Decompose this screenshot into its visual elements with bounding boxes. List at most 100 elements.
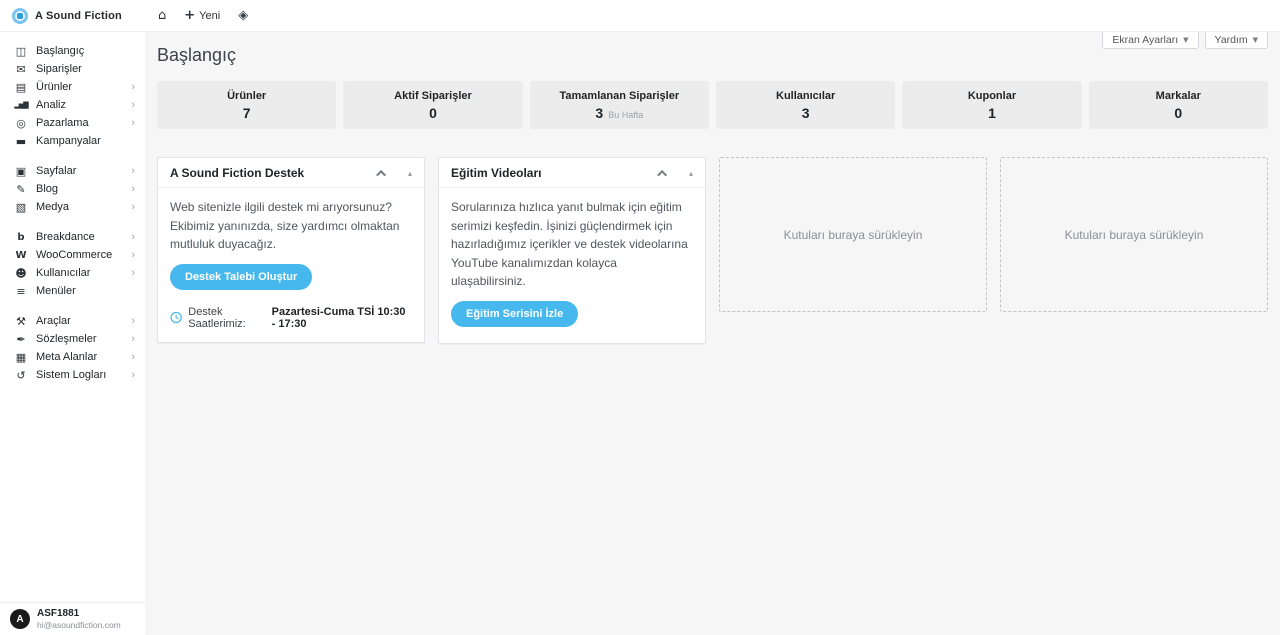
sidebar-group-3: b Breakdance › W WooCommerce › ☻ Kullanı… bbox=[0, 228, 145, 300]
dropzone-label: Kutuları buraya sürükleyin bbox=[1065, 228, 1204, 242]
new-content-button[interactable]: + Yeni bbox=[184, 9, 220, 22]
chevron-right-icon: › bbox=[131, 118, 135, 129]
products-icon: ▤ bbox=[14, 81, 28, 94]
breakdance-topbar-button[interactable]: ◈ bbox=[238, 8, 248, 23]
stat-value: 1 bbox=[988, 105, 996, 121]
sidebar-item-sipari-ler[interactable]: ✉ Siparişler bbox=[0, 60, 145, 78]
caret-down-icon: ▼ bbox=[1253, 36, 1258, 44]
admin-sidebar: ◫ Başlangıç ✉ Siparişler ▤ Ürünler › ▂▅▇… bbox=[0, 32, 145, 602]
sidebar-item-men-ler[interactable]: ≡ Menüler bbox=[0, 282, 145, 300]
move-up-icon[interactable]: ▴ bbox=[408, 169, 412, 178]
stat-note: Bu Hafta bbox=[608, 110, 643, 120]
stat-box[interactable]: Aktif Siparişler 0 bbox=[343, 81, 522, 129]
stat-value: 7 bbox=[243, 105, 251, 121]
orders-icon: ✉ bbox=[14, 63, 28, 76]
dashboard-widgets: A Sound Fiction Destek ▴ Web sitenizle i… bbox=[157, 157, 1268, 344]
sidebar-item-kampanyalar[interactable]: ▬ Kampanyalar bbox=[0, 132, 145, 150]
stat-value: 0 bbox=[1174, 105, 1182, 121]
chevron-right-icon: › bbox=[131, 202, 135, 213]
stat-label: Tamamlanan Siparişler bbox=[560, 90, 680, 102]
watch-training-series-button[interactable]: Eğitim Serisini İzle bbox=[451, 301, 578, 327]
sidebar-item-blog[interactable]: ✎ Blog › bbox=[0, 180, 145, 198]
widget-dropzone-2[interactable]: Kutuları buraya sürükleyin bbox=[1000, 157, 1268, 312]
sidebar-item-sistem-loglar-[interactable]: ↺ Sistem Logları › bbox=[0, 366, 145, 384]
avatar: A bbox=[10, 609, 30, 629]
plus-icon: + bbox=[184, 9, 195, 22]
training-videos-widget: Eğitim Videoları ▴ Sorularınıza hızlıca … bbox=[438, 157, 706, 344]
sidebar-item-meta-alanlar[interactable]: ▦ Meta Alanlar › bbox=[0, 348, 145, 366]
chevron-right-icon: › bbox=[131, 370, 135, 381]
breakdance-icon: b bbox=[14, 232, 28, 243]
sidebar-item-medya[interactable]: ▧ Medya › bbox=[0, 198, 145, 216]
chevron-right-icon: › bbox=[131, 268, 135, 279]
users-icon: ☻ bbox=[14, 267, 28, 280]
pages-icon: ▣ bbox=[14, 165, 28, 178]
stat-box[interactable]: Ürünler 7 bbox=[157, 81, 336, 129]
dashboard-icon: ◫ bbox=[14, 45, 28, 58]
stat-label: Markalar bbox=[1156, 90, 1201, 102]
home-button[interactable]: ⌂ bbox=[158, 8, 166, 23]
clock-icon bbox=[170, 310, 182, 325]
chevron-right-icon: › bbox=[131, 334, 135, 345]
blog-icon: ✎ bbox=[14, 183, 28, 196]
stats-row: Ürünler 7 Aktif Siparişler 0 Tamamlanan … bbox=[157, 81, 1268, 129]
stat-value: 0 bbox=[429, 105, 437, 121]
campaigns-icon: ▬ bbox=[14, 135, 28, 148]
training-videos-text: Sorularınıza hızlıca yanıt bulmak için e… bbox=[451, 198, 693, 291]
training-videos-title: Eğitim Videoları bbox=[451, 166, 660, 180]
stat-label: Ürünler bbox=[227, 90, 266, 102]
chevron-right-icon: › bbox=[131, 166, 135, 177]
meta-fields-icon: ▦ bbox=[14, 351, 28, 364]
sidebar-item-pazarlama[interactable]: ◎ Pazarlama › bbox=[0, 114, 145, 132]
sidebar-group-2: ▣ Sayfalar › ✎ Blog › ▧ Medya › bbox=[0, 162, 145, 216]
current-user-card[interactable]: A ASF1881 hi@asoundfiction.com bbox=[0, 602, 145, 635]
page-title: Başlangıç bbox=[157, 45, 1268, 66]
admin-top-bar: A Sound Fiction ⌂ + Yeni ◈ bbox=[0, 0, 1280, 32]
system-logs-icon: ↺ bbox=[14, 369, 28, 382]
sidebar-item-sayfalar[interactable]: ▣ Sayfalar › bbox=[0, 162, 145, 180]
diamond-icon: ◈ bbox=[238, 8, 248, 23]
sidebar-item-ara-lar[interactable]: ⚒ Araçlar › bbox=[0, 312, 145, 330]
stat-value: 3 bbox=[595, 105, 603, 121]
media-icon: ▧ bbox=[14, 201, 28, 214]
chevron-right-icon: › bbox=[131, 250, 135, 261]
stat-value: 3 bbox=[802, 105, 810, 121]
menus-icon: ≡ bbox=[14, 285, 28, 298]
create-support-ticket-button[interactable]: Destek Talebi Oluştur bbox=[170, 264, 312, 290]
topbar-menu: ⌂ + Yeni ◈ bbox=[145, 8, 248, 23]
chevron-right-icon: › bbox=[131, 232, 135, 243]
stat-box[interactable]: Markalar 0 bbox=[1089, 81, 1268, 129]
support-widget-title: A Sound Fiction Destek bbox=[170, 166, 379, 180]
wrench-icon: ⚒ bbox=[14, 315, 28, 328]
sidebar-item-woocommerce[interactable]: W WooCommerce › bbox=[0, 246, 145, 264]
home-icon: ⌂ bbox=[158, 8, 166, 23]
move-up-icon[interactable]: ▴ bbox=[689, 169, 693, 178]
main-content: Ekran Ayarları ▼ Yardım ▼ Başlangıç Ürün… bbox=[145, 0, 1280, 344]
chevron-right-icon: › bbox=[131, 100, 135, 111]
screen-controls: Ekran Ayarları ▼ Yardım ▼ bbox=[1102, 30, 1268, 49]
marketing-icon: ◎ bbox=[14, 117, 28, 130]
stat-label: Kullanıcılar bbox=[776, 90, 835, 102]
sidebar-item-kullan-c-lar[interactable]: ☻ Kullanıcılar › bbox=[0, 264, 145, 282]
site-brand[interactable]: A Sound Fiction bbox=[0, 8, 145, 24]
stat-box[interactable]: Kullanıcılar 3 bbox=[716, 81, 895, 129]
support-hours-value: Pazartesi-Cuma TSİ 10:30 - 17:30 bbox=[272, 306, 412, 330]
stat-label: Kuponlar bbox=[968, 90, 1016, 102]
support-widget-text: Web sitenizle ilgili destek mi arıyorsun… bbox=[170, 198, 412, 254]
stat-box[interactable]: Tamamlanan Siparişler 3 Bu Hafta bbox=[530, 81, 709, 129]
analytics-icon: ▂▅▇ bbox=[14, 101, 28, 109]
support-widget: A Sound Fiction Destek ▴ Web sitenizle i… bbox=[157, 157, 425, 343]
chevron-right-icon: › bbox=[131, 82, 135, 93]
sidebar-item-ba-lang-[interactable]: ◫ Başlangıç bbox=[0, 42, 145, 60]
screen-options-button[interactable]: Ekran Ayarları ▼ bbox=[1102, 30, 1198, 49]
sidebar-item-s-zle-meler[interactable]: ✒ Sözleşmeler › bbox=[0, 330, 145, 348]
sidebar-item--r-nler[interactable]: ▤ Ürünler › bbox=[0, 78, 145, 96]
widget-dropzone-1[interactable]: Kutuları buraya sürükleyin bbox=[719, 157, 987, 312]
caret-down-icon: ▼ bbox=[1183, 36, 1188, 44]
sidebar-item-breakdance[interactable]: b Breakdance › bbox=[0, 228, 145, 246]
help-button[interactable]: Yardım ▼ bbox=[1205, 30, 1268, 49]
stat-box[interactable]: Kuponlar 1 bbox=[902, 81, 1081, 129]
site-logo-icon bbox=[12, 8, 28, 24]
sidebar-item-analiz[interactable]: ▂▅▇ Analiz › bbox=[0, 96, 145, 114]
user-email: hi@asoundfiction.com bbox=[37, 620, 121, 630]
